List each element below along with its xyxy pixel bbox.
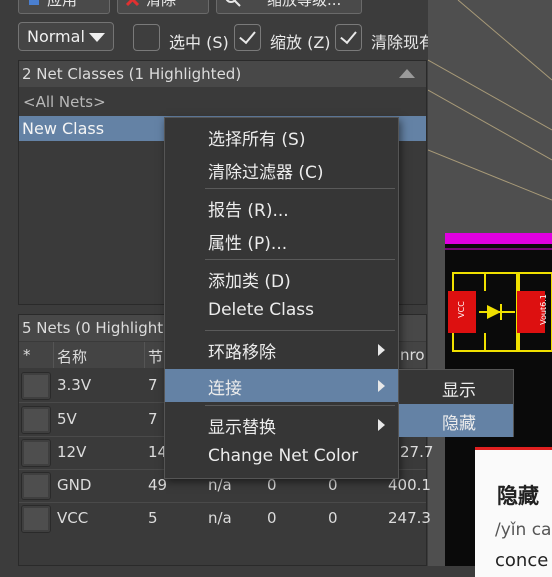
menu-item-delete-class[interactable]: Delete Class — [165, 295, 398, 328]
menu-item-show-override[interactable]: 显示替换 — [165, 408, 398, 441]
col-header-name[interactable]: 名称 — [57, 346, 87, 367]
zoom-checkbox-label: 缩放 (Z) — [270, 33, 331, 52]
zoom-checkbox[interactable] — [234, 24, 261, 51]
net-name: 12V — [57, 443, 87, 461]
menu-item-label: 显示替换 — [208, 418, 276, 438]
dictionary-popup: 隐藏 /yǐn ca conce — [475, 447, 552, 577]
menu-item-label: 添加类 (D) — [208, 272, 291, 292]
net-color-swatch[interactable] — [21, 372, 51, 400]
submenu-item-label: 隐藏 — [442, 414, 476, 434]
menu-item-properties[interactable]: 属性 (P)... — [165, 224, 398, 257]
net-color-swatch[interactable] — [21, 505, 51, 533]
menu-item-remove-loops[interactable]: 环路移除 — [165, 333, 398, 366]
clear-existing-checkbox[interactable] — [335, 24, 362, 51]
menu-item-select-all[interactable]: 选择所有 (S) — [165, 120, 398, 153]
menu-item-label: Delete Class — [208, 300, 314, 320]
net-nodes: 7 — [148, 376, 158, 394]
net-col5: 0 — [328, 509, 338, 527]
menu-divider — [205, 259, 395, 260]
menu-item-report[interactable]: 报告 (R)... — [165, 191, 398, 224]
pcb-label-vout: Vout6.1 — [538, 294, 548, 325]
apply-icon — [27, 0, 41, 7]
net-name: VCC — [57, 509, 89, 527]
zoom-level-button[interactable]: 缩放等级... — [216, 0, 362, 14]
menu-item-clear-filter[interactable]: 清除过滤器 (C) — [165, 153, 398, 186]
dict-definition: conce — [495, 550, 549, 571]
mode-value: Normal — [27, 27, 85, 46]
connection-submenu: 显示 隐藏 — [398, 369, 514, 437]
zoom-level-label: 缩放等级... — [267, 0, 342, 9]
pcb-ratsnest-lines — [428, 0, 552, 201]
clear-icon — [125, 0, 140, 7]
table-row[interactable]: VCC 5 n/a 0 0 247.3 — [19, 502, 431, 535]
list-item-all-nets[interactable]: <All Nets> — [23, 93, 106, 111]
net-classes-title: 2 Net Classes (1 Highlighted) — [22, 65, 242, 83]
net-color-swatch[interactable] — [21, 406, 51, 434]
context-menu: 选择所有 (S) 清除过滤器 (C) 报告 (R)... 属性 (P)... 添… — [164, 117, 399, 479]
select-checkbox[interactable] — [133, 24, 160, 51]
menu-item-label: 连接 — [208, 379, 242, 399]
menu-item-label: 清除过滤器 (C) — [208, 163, 324, 183]
clear-button[interactable]: 清除 — [117, 0, 209, 14]
col-header-nodes[interactable]: 节 — [148, 346, 163, 367]
net-col3: n/a — [208, 509, 232, 527]
net-name: 5V — [57, 410, 77, 428]
magenta-track — [445, 233, 552, 244]
net-name: GND — [57, 476, 92, 494]
submenu-item-label: 显示 — [442, 381, 476, 401]
net-name: 3.3V — [57, 376, 92, 394]
nets-title: 5 Nets (0 Highlighted) — [22, 319, 188, 337]
submenu-item-show[interactable]: 显示 — [399, 371, 513, 404]
net-col4: 0 — [267, 509, 277, 527]
select-checkbox-label: 选中 (S) — [169, 33, 229, 52]
chevron-right-icon — [378, 344, 385, 356]
clear-existing-checkbox-label: 清除现有 — [371, 33, 436, 52]
submenu-item-hide[interactable]: 隐藏 — [399, 404, 513, 437]
net-routed: 27.7 — [400, 443, 434, 461]
net-routed: 247.3 — [388, 509, 431, 527]
col-header-routed[interactable]: nro — [400, 346, 425, 364]
apply-button[interactable]: 应用 — [18, 0, 110, 14]
net-color-swatch[interactable] — [21, 439, 51, 467]
pcb-label-vcc: VCC — [456, 301, 466, 318]
clear-label: 清除 — [146, 0, 177, 9]
chevron-down-icon — [89, 33, 105, 42]
dict-word: 隐藏 — [497, 484, 539, 508]
chevron-right-icon — [378, 419, 385, 431]
menu-item-label: Change Net Color — [208, 446, 359, 466]
mode-dropdown[interactable]: Normal — [18, 22, 114, 51]
net-nodes: 5 — [148, 509, 158, 527]
menu-item-add-class[interactable]: 添加类 (D) — [165, 262, 398, 295]
menu-item-label: 环路移除 — [208, 343, 276, 363]
collapse-up-icon[interactable] — [399, 69, 415, 78]
chevron-right-icon — [378, 380, 385, 392]
menu-item-label: 报告 (R)... — [208, 201, 289, 221]
menu-item-label: 选择所有 (S) — [208, 130, 306, 150]
net-color-swatch[interactable] — [21, 472, 51, 500]
menu-item-connection[interactable]: 连接 — [165, 369, 398, 402]
apply-label: 应用 — [47, 0, 78, 9]
menu-divider — [205, 405, 395, 406]
magnifier-icon — [225, 0, 241, 7]
col-header-star[interactable]: * — [23, 346, 31, 364]
menu-divider — [205, 330, 395, 331]
net-nodes: 7 — [148, 410, 158, 428]
menu-item-label: 属性 (P)... — [208, 234, 288, 254]
dict-pinyin: /yǐn ca — [495, 520, 552, 540]
list-item-label: New Class — [22, 119, 105, 138]
net-classes-header: 2 Net Classes (1 Highlighted) — [19, 61, 426, 87]
menu-item-change-net-color[interactable]: Change Net Color — [165, 441, 398, 474]
menu-divider — [205, 188, 395, 189]
